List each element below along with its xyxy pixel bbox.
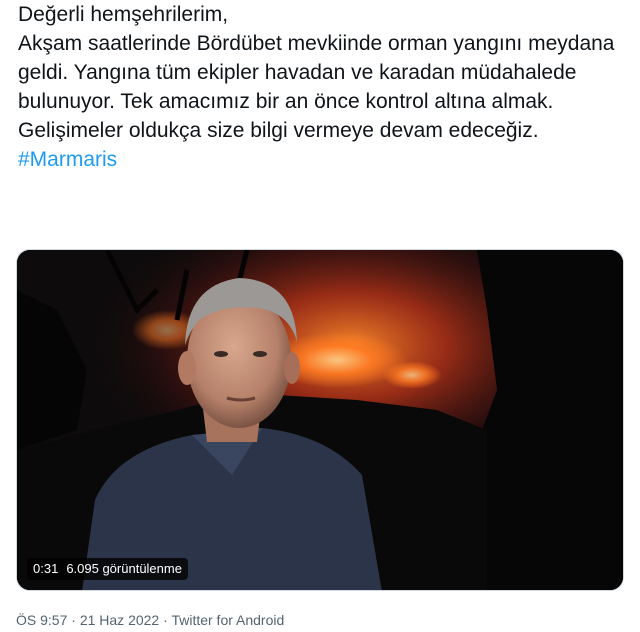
tweet-body: Akşam saatlerinde Bördübet mevkiinde orm… [18, 32, 615, 142]
hashtag-link[interactable]: #Marmaris [18, 148, 117, 171]
tweet-time[interactable]: ÖS 9:57 [16, 612, 67, 628]
tweet-greeting: Değerli hemşehrilerim, [18, 3, 229, 26]
video-view-count: 6.095 görüntülenme [66, 561, 182, 576]
video-info-badge: 0:31 6.095 görüntülenme [27, 558, 188, 580]
tweet-metadata: ÖS 9:57 · 21 Haz 2022 · Twitter for Andr… [16, 611, 284, 629]
video-player[interactable]: 0:31 6.095 görüntülenme [16, 249, 624, 591]
video-frame [17, 250, 623, 590]
video-duration: 0:31 [33, 561, 59, 576]
meta-separator: · [67, 612, 80, 628]
tweet-text: Değerli hemşehrilerim, Akşam saatlerinde… [18, 0, 628, 174]
tweet-date[interactable]: 21 Haz 2022 [80, 612, 159, 628]
meta-separator: · [159, 612, 172, 628]
tweet-source-link[interactable]: Twitter for Android [171, 612, 284, 628]
